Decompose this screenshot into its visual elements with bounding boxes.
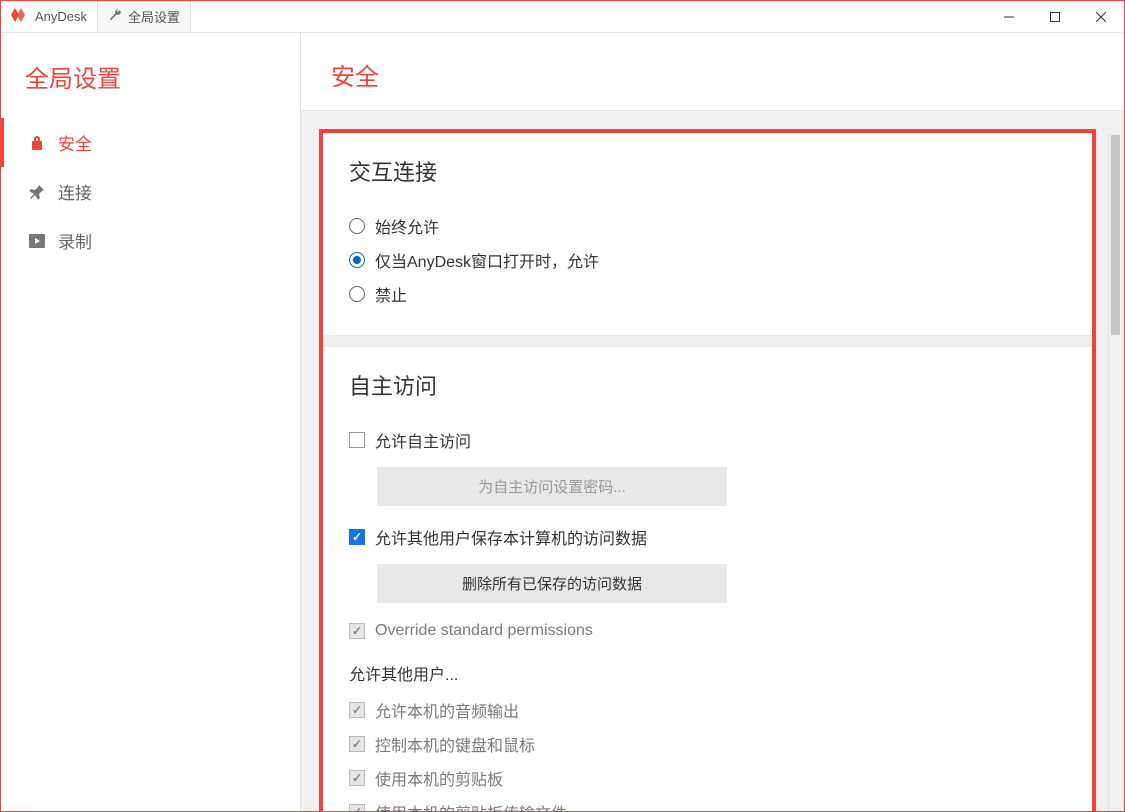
sidebar-title: 全局设置: [1, 53, 300, 118]
lock-icon: [28, 135, 46, 151]
section-interactive-access: 交互连接 始终允许 仅当AnyDesk窗口打开时，允许 禁止: [323, 133, 1092, 335]
checkbox-label: 使用本机的剪贴板传输文件: [375, 800, 567, 811]
wrench-icon: [108, 8, 122, 25]
checkbox-label: 使用本机的剪贴板: [375, 766, 503, 790]
sidebar-item-label: 安全: [58, 130, 92, 155]
checkbox-icon: [349, 804, 365, 811]
page-title: 安全: [331, 57, 1094, 92]
radio-label: 仅当AnyDesk窗口打开时，允许: [375, 248, 599, 272]
checkbox-override-permissions: Override standard permissions: [349, 617, 1066, 645]
checkbox-icon: [349, 623, 365, 639]
minimize-button[interactable]: [986, 1, 1032, 32]
checkbox-icon: [349, 529, 365, 545]
section-title: 交互连接: [349, 155, 1066, 187]
sidebar-item-label: 录制: [58, 228, 92, 253]
checkbox-icon: [349, 736, 365, 752]
close-button[interactable]: [1078, 1, 1124, 32]
radio-label: 禁止: [375, 282, 407, 306]
checkbox-icon: [349, 770, 365, 786]
tab-settings-label: 全局设置: [128, 7, 180, 26]
window-controls: [986, 1, 1124, 32]
perm-keyboard-mouse: 控制本机的键盘和鼠标: [349, 727, 1066, 761]
checkbox-label: 允许其他用户保存本计算机的访问数据: [375, 525, 647, 549]
scrollbar-thumb[interactable]: [1111, 135, 1120, 335]
checkbox-allow-save-credentials[interactable]: 允许其他用户保存本计算机的访问数据: [349, 520, 1066, 554]
radio-icon: [349, 252, 365, 268]
maximize-button[interactable]: [1032, 1, 1078, 32]
radio-always-allow[interactable]: 始终允许: [349, 209, 1066, 243]
checkbox-label: 允许本机的音频输出: [375, 698, 519, 722]
radio-icon: [349, 286, 365, 302]
perm-clipboard-file: 使用本机的剪贴板传输文件: [349, 795, 1066, 811]
sidebar: 全局设置 安全 连接 录制: [1, 33, 301, 811]
radio-icon: [349, 218, 365, 234]
sidebar-item-connection[interactable]: 连接: [1, 167, 300, 216]
tab-settings[interactable]: 全局设置: [98, 1, 191, 32]
tab-anydesk-label: AnyDesk: [35, 9, 87, 24]
checkbox-icon: [349, 702, 365, 718]
scroll-area[interactable]: 交互连接 始终允许 仅当AnyDesk窗口打开时，允许 禁止: [301, 111, 1124, 811]
vertical-scrollbar[interactable]: [1108, 133, 1122, 811]
delete-saved-data-button[interactable]: 删除所有已保存的访问数据: [377, 564, 727, 603]
titlebar: AnyDesk 全局设置: [1, 1, 1124, 33]
section-title: 自主访问: [349, 369, 1066, 401]
radio-allow-when-open[interactable]: 仅当AnyDesk窗口打开时，允许: [349, 243, 1066, 277]
checkbox-allow-unattended[interactable]: 允许自主访问: [349, 423, 1066, 457]
section-unattended-access: 自主访问 允许自主访问 为自主访问设置密码... 允许其他用户保存本计算机的访问…: [323, 335, 1092, 811]
tab-strip: AnyDesk 全局设置: [1, 1, 986, 32]
highlighted-region: 交互连接 始终允许 仅当AnyDesk窗口打开时，允许 禁止: [319, 129, 1096, 811]
perm-clipboard: 使用本机的剪贴板: [349, 761, 1066, 795]
perm-audio-output: 允许本机的音频输出: [349, 693, 1066, 727]
content: 安全 交互连接 始终允许 仅当AnyDesk窗口打开时，允许 禁: [301, 33, 1124, 811]
checkbox-icon: [349, 432, 365, 448]
main-area: 全局设置 安全 连接 录制 安全 交互连接: [1, 33, 1124, 811]
sidebar-item-security[interactable]: 安全: [1, 118, 300, 167]
radio-label: 始终允许: [375, 214, 439, 238]
permissions-heading: 允许其他用户...: [349, 661, 1066, 685]
checkbox-label: 允许自主访问: [375, 428, 471, 452]
pin-icon: [28, 184, 46, 200]
play-icon: [28, 234, 46, 248]
checkbox-label: Override standard permissions: [375, 622, 593, 640]
anydesk-logo-icon: [11, 8, 29, 25]
sidebar-item-recording[interactable]: 录制: [1, 216, 300, 265]
tab-anydesk[interactable]: AnyDesk: [1, 1, 98, 32]
radio-never-allow[interactable]: 禁止: [349, 277, 1066, 311]
content-header: 安全: [301, 33, 1124, 111]
sidebar-item-label: 连接: [58, 179, 92, 204]
checkbox-label: 控制本机的键盘和鼠标: [375, 732, 535, 756]
set-password-button[interactable]: 为自主访问设置密码...: [377, 467, 727, 506]
